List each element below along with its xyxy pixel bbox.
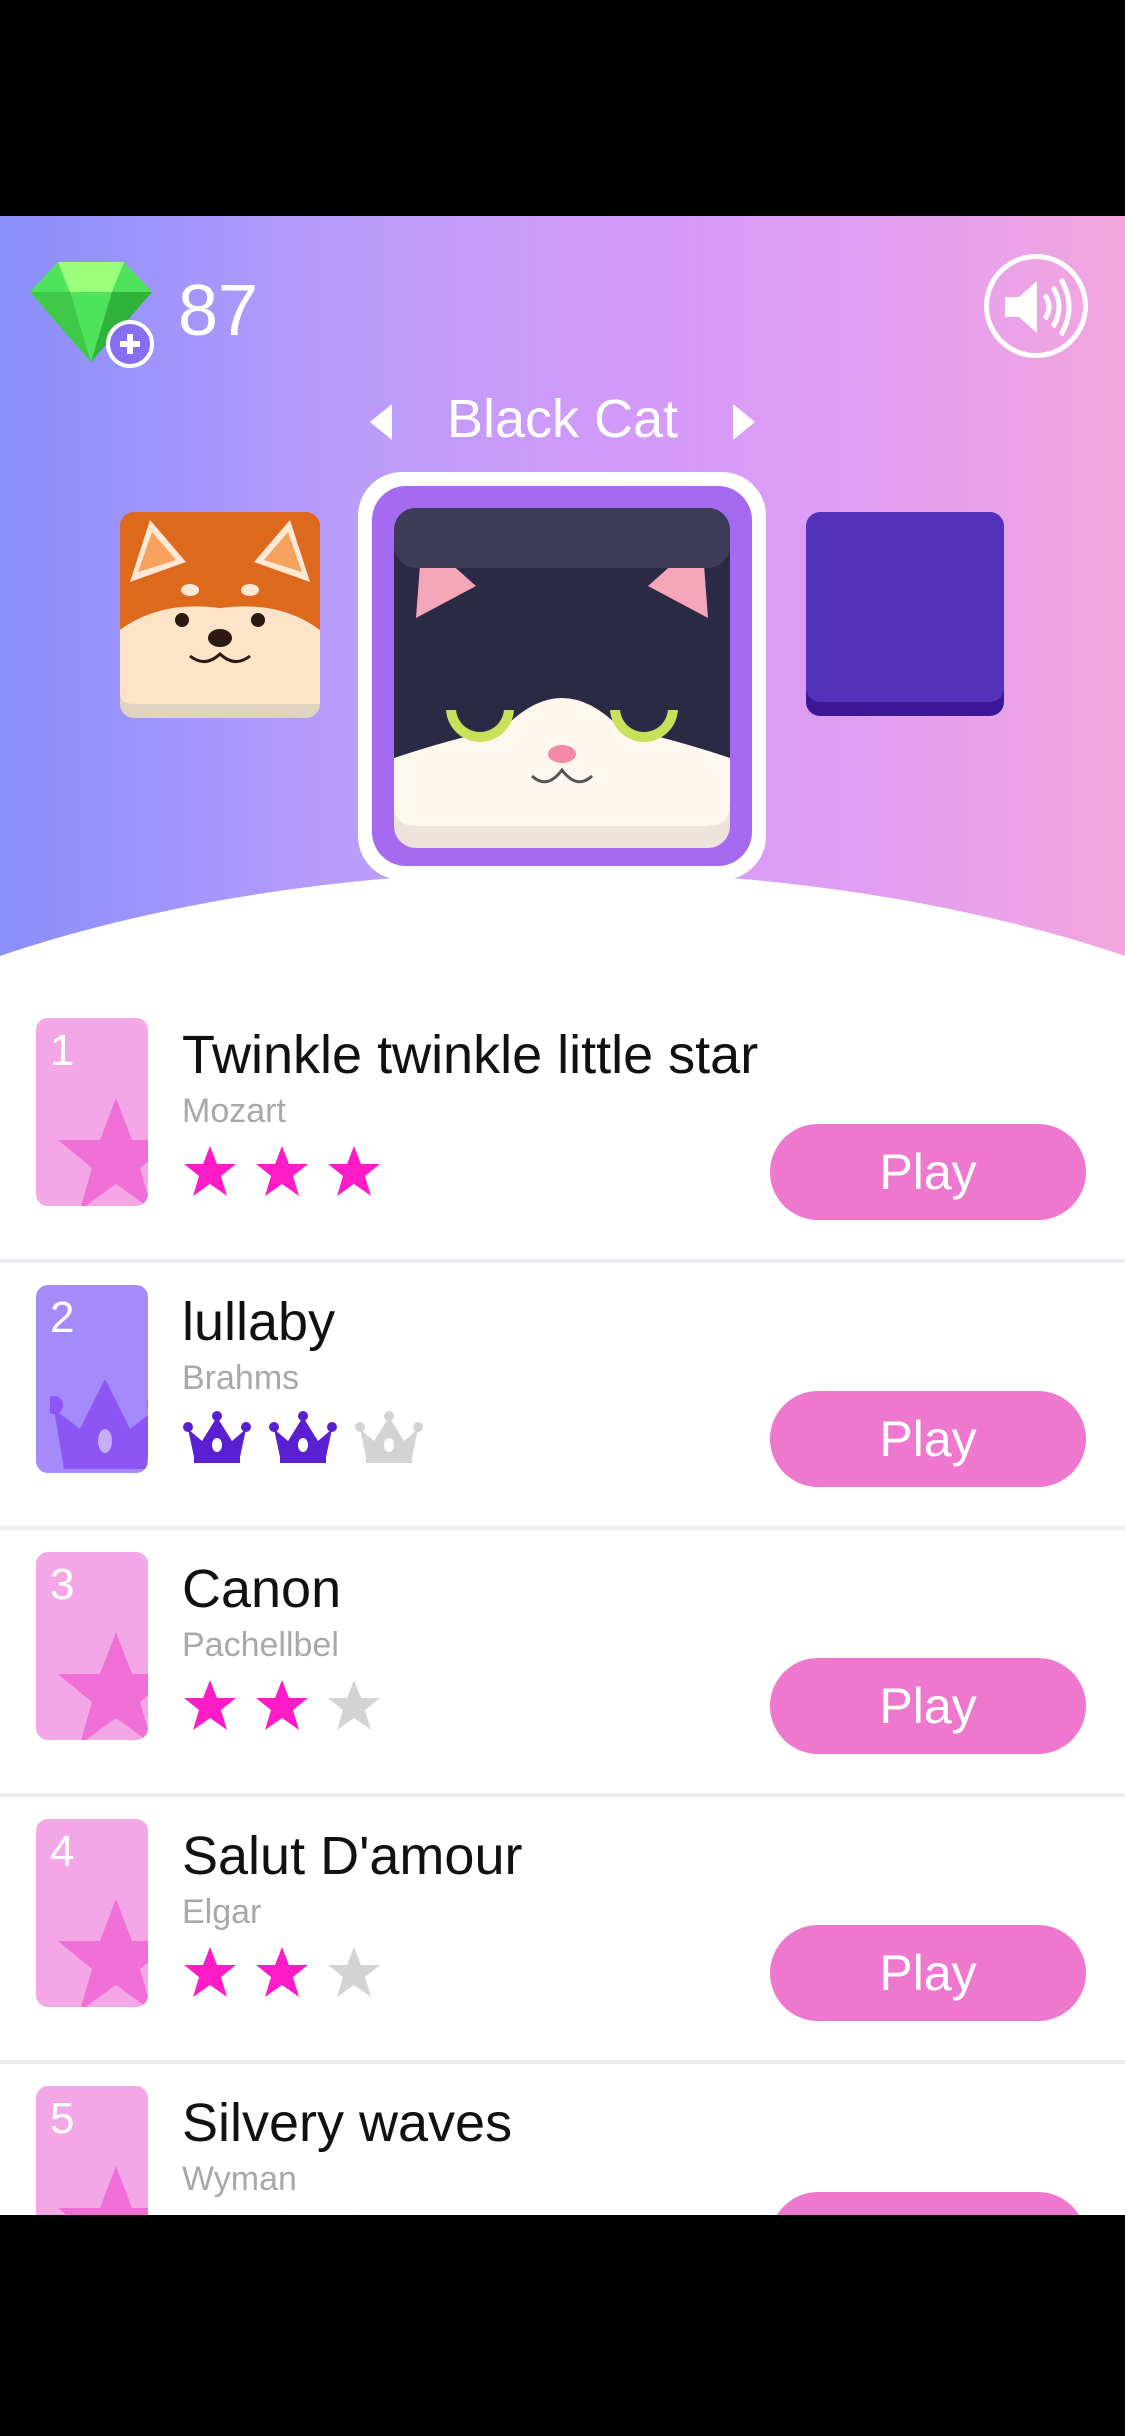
- crown-empty-icon: [354, 1411, 424, 1472]
- character-black-cat: [372, 486, 752, 866]
- song-artist: Brahms: [182, 1359, 300, 1397]
- song-card: 1: [36, 1018, 148, 1206]
- song-card: 4: [36, 1819, 148, 2007]
- play-button[interactable]: Play: [770, 1925, 1086, 2021]
- song-row: 1 Twinkle twinkle little star Mozart Play: [0, 996, 1125, 1263]
- song-rating: [182, 1678, 382, 1737]
- star-filled-icon: [182, 1945, 238, 2004]
- character-name: Black Cat: [446, 389, 679, 449]
- song-number: 4: [50, 1827, 75, 1876]
- song-artist: Mozart: [182, 1092, 286, 1130]
- song-title: Twinkle twinkle little star: [182, 1025, 759, 1085]
- character-shiba-dog[interactable]: [120, 512, 320, 723]
- song-title: Canon: [182, 1559, 342, 1619]
- star-filled-icon: [254, 1945, 310, 2004]
- song-number: 1: [50, 1026, 75, 1075]
- song-number: 5: [50, 2094, 75, 2143]
- play-button[interactable]: Play: [770, 2192, 1086, 2215]
- star-icon: [56, 1088, 148, 1206]
- speaker-icon: [1005, 277, 1072, 337]
- star-filled-icon: [326, 1144, 382, 1203]
- song-row: 2 lullaby Brahms Play: [0, 1263, 1125, 1530]
- song-card: 5: [36, 2086, 148, 2215]
- play-button[interactable]: Play: [770, 1658, 1086, 1754]
- gem-count: 87: [178, 271, 259, 351]
- crown-filled-icon: [268, 1411, 338, 1472]
- star-filled-icon: [182, 1144, 238, 1203]
- star-icon: [56, 2156, 148, 2215]
- song-card: 2: [36, 1285, 148, 1473]
- character-selector: Black Cat: [370, 376, 755, 468]
- star-empty-icon: [254, 2212, 310, 2215]
- star-filled-icon: [254, 1144, 310, 1203]
- crown-icon: [45, 1359, 148, 1473]
- gem-icon[interactable]: [28, 258, 158, 368]
- play-button[interactable]: Play: [770, 1124, 1086, 1220]
- star-empty-icon: [326, 1945, 382, 2004]
- star-empty-icon: [326, 2212, 382, 2215]
- song-rating: [182, 2212, 382, 2215]
- star-icon: [56, 1889, 148, 2007]
- song-title: Salut D'amour: [182, 1826, 523, 1886]
- sound-button[interactable]: [984, 254, 1088, 358]
- character-locked[interactable]: [806, 512, 1004, 716]
- song-number: 2: [50, 1293, 75, 1342]
- selected-character-frame[interactable]: [358, 472, 766, 880]
- star-filled-icon: [254, 1678, 310, 1737]
- song-artist: Elgar: [182, 1893, 262, 1931]
- star-icon: [56, 1622, 148, 1740]
- song-rating: [182, 1945, 382, 2004]
- song-row: 4 Salut D'amour Elgar Play: [0, 1797, 1125, 2064]
- song-artist: Wyman: [182, 2160, 297, 2198]
- next-character-arrow-icon[interactable]: [733, 404, 755, 440]
- song-rating: [182, 1411, 424, 1472]
- star-filled-icon: [182, 1678, 238, 1737]
- game-screen: 87 Black Cat 1 Twinkle twinkle little st…: [0, 216, 1125, 2215]
- crown-filled-icon: [182, 1411, 252, 1472]
- star-empty-icon: [182, 2212, 238, 2215]
- song-card: 3: [36, 1552, 148, 1740]
- song-artist: Pachellbel: [182, 1626, 339, 1664]
- song-number: 3: [50, 1560, 75, 1609]
- star-empty-icon: [326, 1678, 382, 1737]
- song-title: Silvery waves: [182, 2093, 513, 2153]
- previous-character-arrow-icon[interactable]: [370, 404, 392, 440]
- song-title: lullaby: [182, 1292, 336, 1352]
- song-row: 5 Silvery waves Wyman Play: [0, 2064, 1125, 2215]
- song-row: 3 Canon Pachellbel Play: [0, 1530, 1125, 1797]
- song-rating: [182, 1144, 382, 1203]
- play-button[interactable]: Play: [770, 1391, 1086, 1487]
